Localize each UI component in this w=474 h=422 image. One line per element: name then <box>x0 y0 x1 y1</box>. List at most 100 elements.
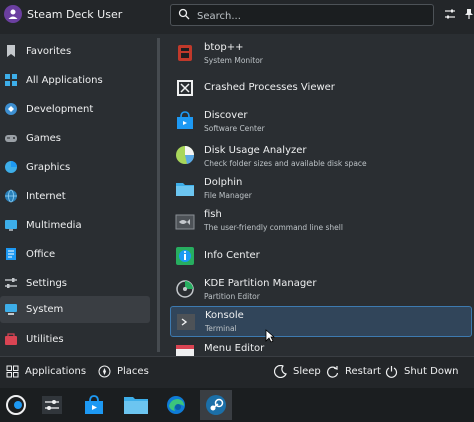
sidebar-item-office[interactable]: Office <box>0 241 152 268</box>
shutdown-label: Shut Down <box>404 366 459 377</box>
app-item-menu-editor[interactable]: Menu Editor <box>170 340 472 356</box>
sidebar-item-label: Favorites <box>26 46 72 57</box>
app-item-kde-partition-manager[interactable]: KDE Partition Manager Partition Editor <box>170 274 472 304</box>
sidebar-item-label: All Applications <box>26 75 103 86</box>
user-avatar[interactable] <box>4 5 22 23</box>
info-center-icon <box>176 247 194 265</box>
restart-button[interactable]: Restart <box>326 365 381 378</box>
sidebar-item-internet[interactable]: Internet <box>0 183 152 210</box>
app-name: Info Center <box>204 250 260 261</box>
places-tab[interactable]: Places <box>98 365 149 378</box>
konsole-icon <box>177 314 195 330</box>
sidebar-item-system[interactable]: System <box>0 296 150 323</box>
sidebar-item-games[interactable]: Games <box>0 125 152 152</box>
app-description: File Manager <box>204 191 252 200</box>
edge-browser-icon <box>167 396 185 414</box>
app-name: btop++ <box>204 42 244 53</box>
app-description: Software Center <box>204 124 265 133</box>
applications-tab-label: Applications <box>25 366 87 377</box>
multimedia-icon <box>5 220 17 231</box>
app-description: Check folder sizes and available disk sp… <box>204 159 367 168</box>
power-icon <box>385 366 398 378</box>
edge-taskbar-button[interactable] <box>160 390 192 420</box>
pin-button[interactable] <box>461 6 474 22</box>
app-name: Menu Editor <box>204 343 265 354</box>
sidebar-item-favorites[interactable]: Favorites <box>0 38 152 65</box>
dolphin-icon <box>124 397 148 414</box>
folder-icon <box>176 183 194 196</box>
discover-icon <box>85 395 103 414</box>
office-icon <box>6 248 16 260</box>
sleep-icon <box>274 365 287 378</box>
discover-taskbar-button[interactable] <box>78 390 110 420</box>
sleep-button[interactable]: Sleep <box>274 365 321 378</box>
app-item-btop[interactable]: btop++ System Monitor <box>170 40 472 70</box>
application-launcher: Steam Deck User Favorites <box>0 0 474 389</box>
app-name: Dolphin <box>204 177 243 188</box>
dolphin-taskbar-button[interactable] <box>118 390 154 420</box>
steam-taskbar-button[interactable] <box>200 390 232 420</box>
application-launcher-icon <box>6 395 26 415</box>
app-item-konsole[interactable]: Konsole Terminal <box>170 306 472 337</box>
settings-icon <box>5 278 17 288</box>
sidebar-item-label: Settings <box>26 278 68 289</box>
bookmark-icon <box>7 45 15 57</box>
steam-icon <box>206 395 226 415</box>
app-item-dolphin[interactable]: Dolphin File Manager <box>170 174 472 204</box>
launcher-footer: Applications Places Sleep Restart Shut D… <box>0 356 474 389</box>
restart-label: Restart <box>345 366 381 377</box>
disk-usage-icon <box>176 146 195 164</box>
system-settings-icon <box>42 396 62 414</box>
sidebar-item-multimedia[interactable]: Multimedia <box>0 212 152 239</box>
app-item-discover[interactable]: Discover Software Center <box>170 106 472 136</box>
sidebar-item-label: Multimedia <box>26 220 82 231</box>
grid-icon <box>5 74 17 86</box>
search-box[interactable] <box>170 4 434 26</box>
sidebar-item-label: Office <box>26 249 56 260</box>
applications-tab[interactable]: Applications <box>6 365 86 378</box>
app-name: Konsole <box>205 310 244 321</box>
menu-editor-icon <box>176 345 194 356</box>
app-name: Discover <box>204 110 248 121</box>
sleep-label: Sleep <box>293 366 321 377</box>
sidebar-item-label: Development <box>26 104 94 115</box>
restart-icon <box>326 366 339 378</box>
discover-icon <box>177 111 193 129</box>
app-item-crashed-processes-viewer[interactable]: Crashed Processes Viewer <box>170 74 472 102</box>
sidebar-item-settings[interactable]: Settings <box>0 270 152 297</box>
app-description: Terminal <box>205 324 237 333</box>
system-icon <box>5 304 17 315</box>
utilities-icon <box>5 333 17 345</box>
app-item-info-center[interactable]: Info Center <box>170 242 472 270</box>
app-name: KDE Partition Manager <box>204 278 317 289</box>
configure-button[interactable] <box>442 6 458 22</box>
app-name: Crashed Processes Viewer <box>204 82 335 93</box>
app-description: The user-friendly command line shell <box>204 223 343 232</box>
app-name: Disk Usage Analyzer <box>204 145 307 156</box>
shutdown-button[interactable]: Shut Down <box>385 365 458 378</box>
sidebar-item-development[interactable]: Development <box>0 96 152 123</box>
graphics-icon <box>5 161 17 173</box>
sliders-icon <box>445 9 455 19</box>
sidebar-item-label: System <box>26 304 64 315</box>
compass-icon <box>98 365 111 378</box>
username: Steam Deck User <box>27 8 123 21</box>
system-settings-taskbar-button[interactable] <box>36 390 68 420</box>
taskbar <box>0 388 474 422</box>
scrollbar[interactable] <box>157 38 160 352</box>
crash-viewer-icon <box>177 80 193 96</box>
sidebar-item-label: Graphics <box>26 162 71 173</box>
app-item-fish[interactable]: fish The user-friendly command line shel… <box>170 206 472 236</box>
pin-icon <box>465 9 473 19</box>
grid-icon <box>6 365 19 378</box>
places-tab-label: Places <box>117 366 149 377</box>
fish-terminal-icon <box>175 214 195 230</box>
app-description: Partition Editor <box>204 292 260 301</box>
sidebar-item-graphics[interactable]: Graphics <box>0 154 152 181</box>
application-launcher-button[interactable] <box>0 390 32 420</box>
sidebar-item-all-applications[interactable]: All Applications <box>0 67 152 94</box>
app-item-disk-usage-analyzer[interactable]: Disk Usage Analyzer Check folder sizes a… <box>170 140 472 170</box>
sidebar-item-utilities[interactable]: Utilities <box>0 326 152 353</box>
search-input[interactable] <box>195 6 429 26</box>
development-icon <box>5 103 17 115</box>
